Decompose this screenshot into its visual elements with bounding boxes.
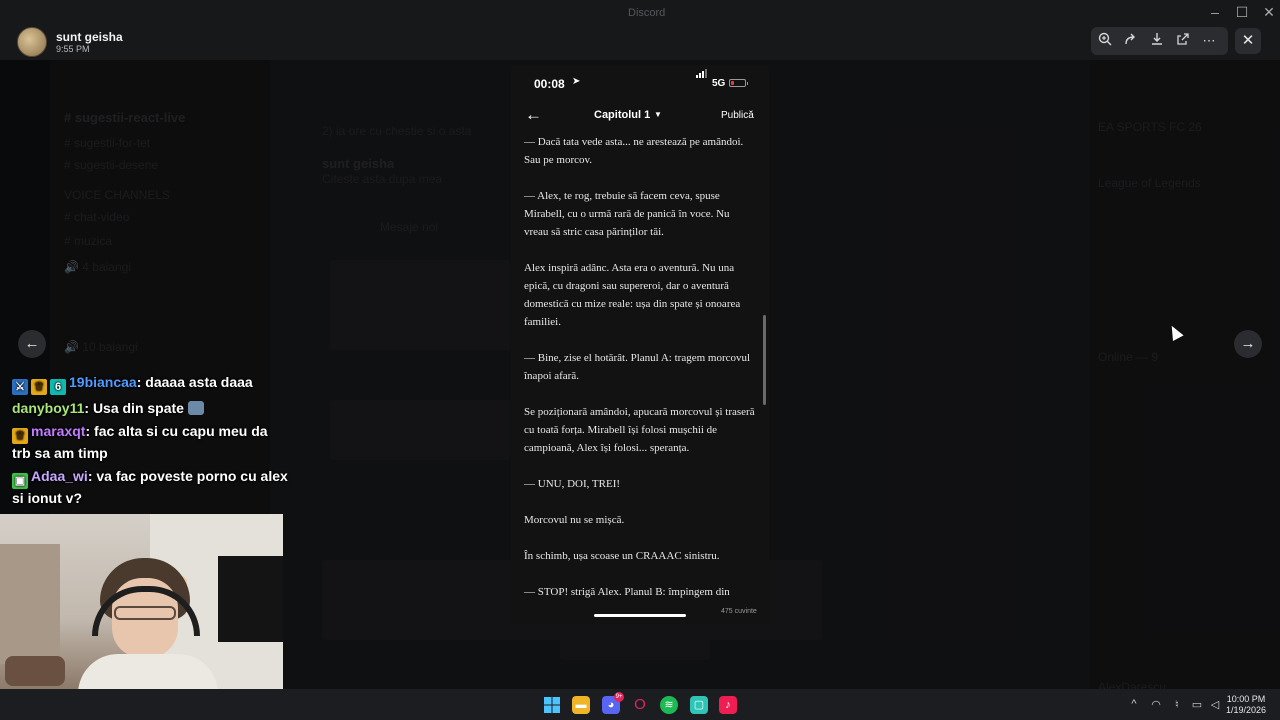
story-paragraph: În schimb, ușa scoase un CRAAAC sinistru…: [524, 550, 720, 562]
stream-chat-overlay: ⚔ ♛ 6 19biancaa: daaaa asta daaa danyboy11:…: [12, 373, 290, 512]
back-arrow-icon[interactable]: ←: [525, 105, 542, 125]
download-icon[interactable]: [1148, 32, 1166, 50]
window-title: Discord: [628, 7, 666, 19]
publish-button[interactable]: Publică: [721, 110, 754, 121]
zoom-in-icon[interactable]: [1096, 32, 1114, 50]
chat-message: danyboy11: Usa din spate: [12, 399, 290, 418]
file-explorer-icon[interactable]: ▬: [572, 696, 590, 714]
windows-taskbar: ▬ ◕ O ≋ ▢ ♪ ^ ◠ ♮ ▭ ◁ 10:00 PM 1/19/2026: [0, 689, 1280, 720]
tray-chevron-up-icon[interactable]: ^: [1127, 698, 1141, 710]
home-indicator: [594, 614, 686, 617]
viewer-topbar: sunt geisha 9:55 PM Discord – ☐ ✕ ⋯ ✕: [0, 0, 1280, 60]
next-arrow-icon[interactable]: →: [1234, 330, 1262, 358]
crown-badge-icon: ♛: [31, 379, 47, 395]
chat-message: ⚔ ♛ 6 19biancaa: daaaa asta daaa: [12, 373, 290, 395]
chapter-title[interactable]: Capitolul 1: [594, 109, 650, 121]
network-type: 5G: [712, 78, 726, 89]
opera-gx-icon[interactable]: O: [631, 696, 649, 714]
word-count: 475 cuvinte: [721, 608, 757, 615]
headphones-icon[interactable]: ◠: [1149, 698, 1163, 711]
microphone-icon[interactable]: ♮: [1170, 698, 1184, 711]
scrollbar[interactable]: [763, 315, 766, 405]
chat-message: ▣ Adaa_wi: va fac poveste porno cu alex s…: [12, 468, 288, 506]
open-external-icon[interactable]: [1174, 32, 1192, 50]
forward-icon[interactable]: [1122, 32, 1140, 50]
maximize-icon[interactable]: ☐: [1232, 4, 1252, 21]
chat-username: 19biancaa: [69, 374, 137, 390]
story-paragraph: — Dacă tata vede asta... ne arestează pe…: [524, 136, 744, 166]
clock-date: 1/19/2026: [1226, 705, 1267, 715]
editor-header: ← Capitolul 1 ▼ Publică: [511, 101, 769, 131]
app-icon[interactable]: ▢: [690, 696, 708, 714]
chat-text: Usa din spate: [92, 400, 184, 416]
more-icon[interactable]: ⋯: [1200, 32, 1218, 50]
emote-icon: [187, 401, 204, 415]
gift-badge-icon: ▣: [12, 473, 28, 489]
subscriber-badge-icon: 6: [50, 379, 66, 395]
crown-badge-icon: ♛: [12, 428, 28, 444]
location-arrow-icon: ➤: [572, 76, 581, 87]
chat-username: danyboy11: [12, 400, 85, 416]
spotify-icon[interactable]: ≋: [660, 696, 678, 714]
webcam-feed: [0, 514, 283, 689]
story-text[interactable]: — Dacă tata vede asta... ne arestează pe…: [524, 133, 756, 619]
chevron-down-icon[interactable]: ▼: [654, 110, 662, 119]
minimize-icon[interactable]: –: [1205, 4, 1225, 20]
discord-notification-badge: 9+: [614, 692, 624, 702]
phone-status-bar: 00:08 ➤ 5G: [511, 65, 769, 101]
story-paragraph: — Bine, zise el hotărât. Planul A: trage…: [524, 352, 751, 382]
story-paragraph: Alex inspiră adânc. Asta era o aventură.…: [524, 262, 741, 328]
clock-time: 10:00 PM: [1226, 694, 1266, 704]
taskbar-clock[interactable]: 10:00 PM 1/19/2026: [1226, 694, 1266, 716]
chat-message: ♛ maraxqt: fac alta si cu capu meu da trb…: [12, 423, 268, 461]
plush-toy: [5, 656, 65, 686]
previous-arrow-icon[interactable]: ←: [18, 330, 46, 358]
uploader-avatar[interactable]: [17, 27, 47, 57]
story-paragraph: — UNU, DOI, TREI!: [524, 478, 621, 490]
story-paragraph: Morcovul nu se mișcă.: [524, 514, 625, 526]
close-icon[interactable]: ✕: [1235, 28, 1261, 54]
story-paragraph: — Alex, te rog, trebuie să facem ceva, s…: [524, 190, 730, 238]
upload-time: 9:55 PM: [56, 44, 90, 54]
window-close-icon[interactable]: ✕: [1259, 4, 1279, 21]
image-viewer-toolbar: ⋯: [1091, 27, 1228, 55]
tiktok-icon[interactable]: ♪: [719, 696, 737, 714]
chat-text: daaaa asta daaa: [145, 374, 253, 390]
story-paragraph: — STOP! strigă Alex. Planul B: împingem …: [524, 586, 730, 598]
room-shelf: [0, 544, 60, 664]
battery-icon: [729, 79, 748, 87]
streamer-shirt: [78, 654, 218, 689]
uploader-name[interactable]: sunt geisha: [56, 30, 123, 44]
story-paragraph: Se poziționară amândoi, apucară morcovul…: [524, 406, 755, 454]
phone-screenshot: 00:08 ➤ 5G ← Capitolul 1 ▼ Publică — Dac…: [511, 65, 769, 624]
chat-username: Adaa_wi: [31, 468, 88, 484]
sword-badge-icon: ⚔: [12, 379, 28, 395]
tv-screen: [218, 556, 283, 642]
windows-start-icon[interactable]: [543, 696, 561, 714]
volume-icon[interactable]: ◁: [1208, 698, 1222, 711]
phone-clock: 00:08: [534, 77, 565, 91]
monitor-icon[interactable]: ▭: [1190, 698, 1204, 711]
chat-username: maraxqt: [31, 423, 86, 439]
